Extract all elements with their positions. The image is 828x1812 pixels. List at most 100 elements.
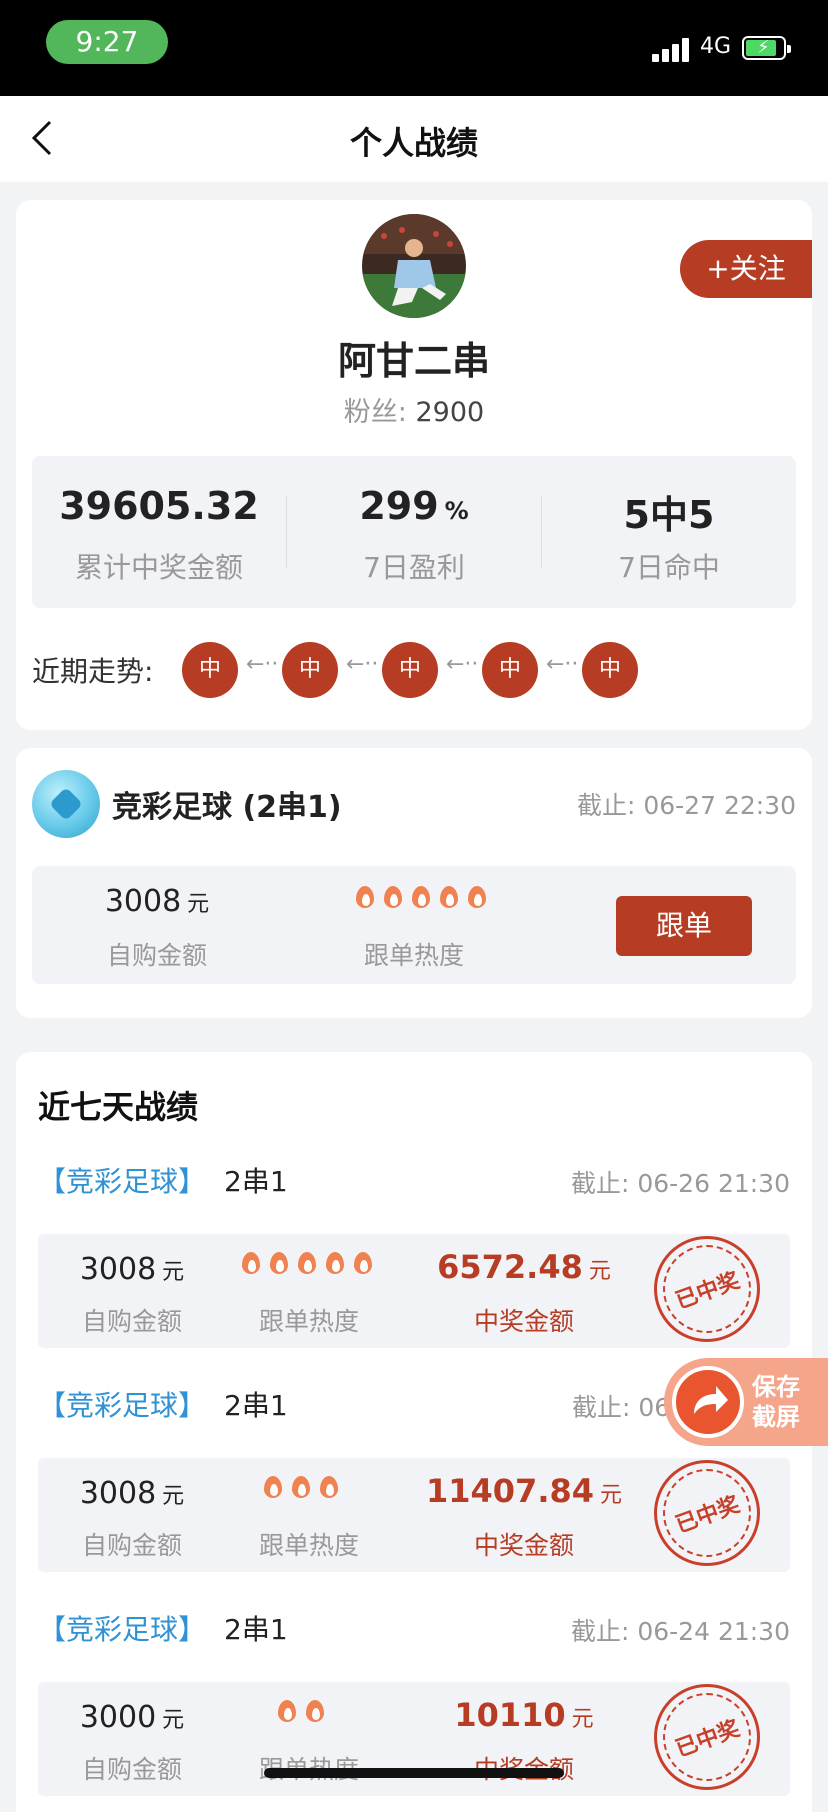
- stat-label: 累计中奖金额: [74, 551, 243, 584]
- stat-value: 5中5: [623, 493, 715, 537]
- record-header: 【竞彩足球】 2串1: [38, 1160, 288, 1200]
- heat-label: 跟单热度: [258, 1531, 359, 1560]
- flame-icon: [382, 882, 404, 910]
- flame-icon: [268, 1248, 290, 1276]
- win-amount: 11407.84 元: [414, 1472, 634, 1510]
- heat-label: 跟单热度: [363, 941, 464, 970]
- flame-icon: [318, 1472, 340, 1500]
- home-indicator[interactable]: [264, 1768, 564, 1778]
- win-value: 11407.84: [425, 1472, 594, 1510]
- current-plan-card[interactable]: 竞彩足球 (2串1) 截止: 06-27 22:30 3008 元 自购金额 跟单…: [16, 748, 812, 1018]
- save-label-line1: 保存: [752, 1373, 800, 1401]
- plan-title: 竞彩足球 (2串1): [112, 790, 342, 825]
- winning-stamp-icon: 已中奖: [654, 1236, 760, 1342]
- fans-count: 粉丝: 2900: [16, 390, 812, 429]
- record-kind: 2串1: [224, 1389, 288, 1422]
- purchase-label: 自购金额: [81, 1531, 182, 1560]
- flame-icon: [354, 882, 376, 910]
- flame-icon: [240, 1248, 262, 1276]
- heat-flames: [354, 882, 494, 917]
- flame-icon: [352, 1248, 374, 1276]
- trend-arrow-icon: ←··: [346, 652, 379, 677]
- amount-unit: 元: [187, 892, 210, 917]
- avatar[interactable]: [362, 214, 466, 318]
- win-label: 中奖金额: [473, 1307, 574, 1336]
- winning-stamp-icon: 已中奖: [654, 1460, 760, 1566]
- amount-unit: 元: [162, 1484, 185, 1509]
- status-time: 9:27: [46, 20, 168, 64]
- trend-badge: 中: [382, 642, 438, 698]
- win-amount: 6572.48 元: [414, 1248, 634, 1286]
- amount-value: 3008: [79, 1252, 157, 1287]
- plan-summary: 3008 元 自购金额 跟单热度 跟单: [32, 866, 796, 984]
- flame-icon: [304, 1696, 326, 1724]
- record-deadline: 截止: 06-24 21:30: [570, 1617, 790, 1646]
- trend-badge: 中: [582, 642, 638, 698]
- flame-icon: [290, 1472, 312, 1500]
- stat-7day-hits: 5中5 7日命中: [542, 456, 796, 608]
- purchase-label: 自购金额: [106, 941, 207, 970]
- stat-7day-profit: 299% 7日盈利: [287, 456, 541, 608]
- amount-value: 3008: [79, 1476, 157, 1511]
- stat-total-win: 39605.32 累计中奖金额: [32, 456, 286, 608]
- flame-icon: [276, 1696, 298, 1724]
- football-icon: [32, 770, 100, 838]
- save-label-line2: 截屏: [752, 1403, 800, 1431]
- trend-label: 近期走势:: [32, 655, 154, 688]
- flame-icon: [296, 1248, 318, 1276]
- winning-stamp-icon: 已中奖: [654, 1684, 760, 1790]
- heat-flames: [262, 1472, 346, 1507]
- save-screenshot-label: 保存 截屏: [752, 1372, 822, 1432]
- record-deadline: 截止: 06-26 21:30: [570, 1169, 790, 1198]
- record-kind: 2串1: [224, 1613, 288, 1646]
- record-tag: 【竞彩足球】: [38, 1613, 207, 1646]
- heat-label: 跟单热度: [258, 1307, 359, 1336]
- flame-icon: [410, 882, 432, 910]
- record-kind: 2串1: [224, 1165, 288, 1198]
- win-value: 6572.48: [437, 1248, 583, 1286]
- trend-arrow-icon: ←··: [546, 652, 579, 677]
- trend-arrow-icon: ←··: [446, 652, 479, 677]
- purchase-amount: 3000 元: [52, 1700, 212, 1735]
- record-header: 【竞彩足球】 2串1: [38, 1608, 288, 1648]
- nav-bar: 个人战绩: [0, 96, 828, 182]
- profile-card: +关注 阿甘二串 粉丝: 2900 39605.32 累计中奖金额 299% 7…: [16, 200, 812, 730]
- win-unit: 元: [571, 1707, 594, 1732]
- user-name: 阿甘二串: [337, 339, 490, 383]
- purchase-label: 自购金额: [81, 1307, 182, 1336]
- stat-value: 299: [359, 484, 439, 528]
- win-unit: 元: [588, 1259, 611, 1284]
- trend-arrow-icon: ←··: [246, 652, 279, 677]
- heat-flames: [240, 1248, 380, 1283]
- page-title: 个人战绩: [349, 124, 478, 162]
- record-row[interactable]: 3000元 自购金额 跟单热度 10110元 中奖金额 已中奖: [38, 1682, 790, 1796]
- stat-value: 39605.32: [59, 484, 259, 528]
- follow-button[interactable]: +关注: [680, 240, 812, 298]
- record-tag: 【竞彩足球】: [38, 1165, 207, 1198]
- amount-value: 3000: [79, 1700, 157, 1735]
- record-row[interactable]: 3008 元 自购金额 跟单热度 11407.84 元 中奖金额 已中奖: [38, 1458, 790, 1572]
- signal-icon: [652, 36, 698, 62]
- network-label: 4G: [700, 34, 732, 59]
- trend-badge: 中: [182, 642, 238, 698]
- save-screenshot-button[interactable]: 保存 截屏: [664, 1358, 828, 1446]
- record-deadline: 截止: 06: [572, 1393, 671, 1422]
- plan-deadline: 截止: 06-27 22:30: [576, 791, 796, 820]
- purchase-amount: 3008 元: [52, 1476, 212, 1511]
- fans-value: 2900: [415, 397, 485, 428]
- win-value: 10110: [454, 1696, 566, 1734]
- flame-icon: [324, 1248, 346, 1276]
- follow-order-button[interactable]: 跟单: [616, 896, 752, 956]
- stat-unit: %: [444, 497, 469, 525]
- share-arrow-icon: [672, 1366, 744, 1438]
- trend-badge: 中: [282, 642, 338, 698]
- flame-icon: [438, 882, 460, 910]
- amount-unit: 元: [162, 1260, 185, 1285]
- amount-value: 3008: [104, 884, 182, 919]
- flame-icon: [262, 1472, 284, 1500]
- stats-panel: 39605.32 累计中奖金额 299% 7日盈利 5中5 7日命中: [32, 456, 796, 608]
- win-amount: 10110 元: [414, 1696, 634, 1734]
- battery-icon: ⚡: [742, 36, 791, 60]
- record-row[interactable]: 3008 元 自购金额 跟单热度 6572.48 元 中奖金额 已中奖: [38, 1234, 790, 1348]
- section-title: 近七天战绩: [38, 1088, 199, 1126]
